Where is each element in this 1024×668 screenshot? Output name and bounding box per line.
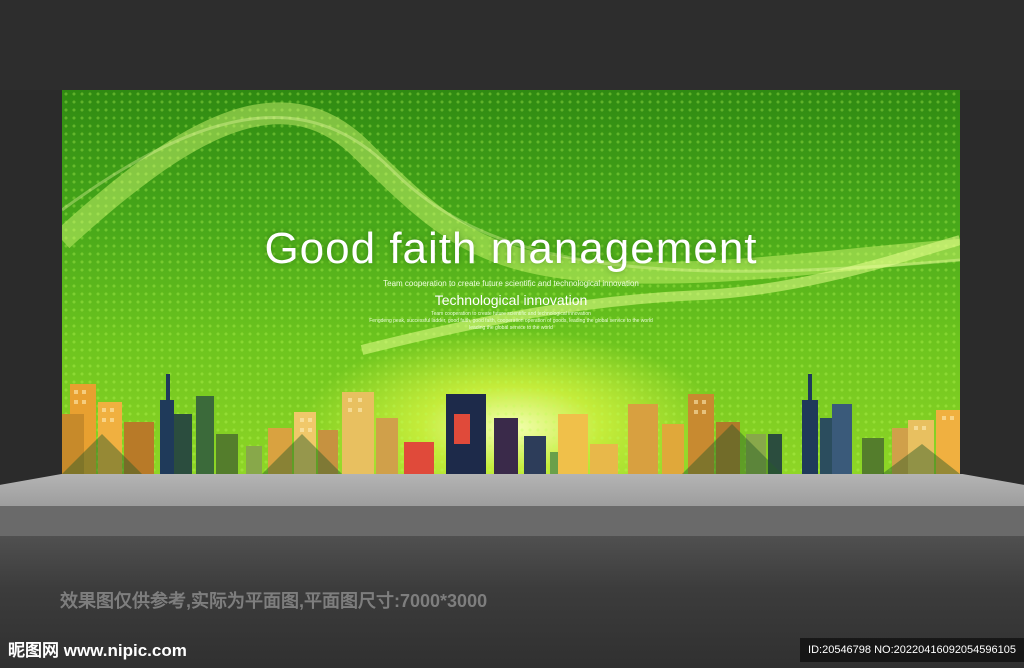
watermark-logo: 昵图网 www.nipic.com xyxy=(8,641,187,660)
board-tagline: Team cooperation to create future scient… xyxy=(62,311,960,332)
board-subtitle-main: Technological innovation xyxy=(434,292,588,308)
skyline-buildings xyxy=(62,374,960,474)
watermark-id: ID:20546798 NO:20220416092054596105 xyxy=(800,638,1024,662)
city-skyline xyxy=(62,374,960,474)
backdrop-board: Good faith management Team cooperation t… xyxy=(62,90,960,474)
board-title: Good faith management xyxy=(264,224,758,273)
preview-caption: 效果图仅供参考,实际为平面图,平面图尺寸:7000*3000 xyxy=(60,591,488,611)
stage-platform-top xyxy=(0,474,1024,508)
board-tagline-line1: Team cooperation to create future scient… xyxy=(431,311,591,317)
board-subtitle-small: Team cooperation to create future scient… xyxy=(383,279,639,288)
board-tagline-line3: leading the global service to the world xyxy=(469,325,553,331)
board-tagline-line2: Fengdeng peak, successful ladder, good f… xyxy=(369,318,653,324)
stage-platform-front xyxy=(0,506,1024,536)
top-background xyxy=(0,0,1024,90)
